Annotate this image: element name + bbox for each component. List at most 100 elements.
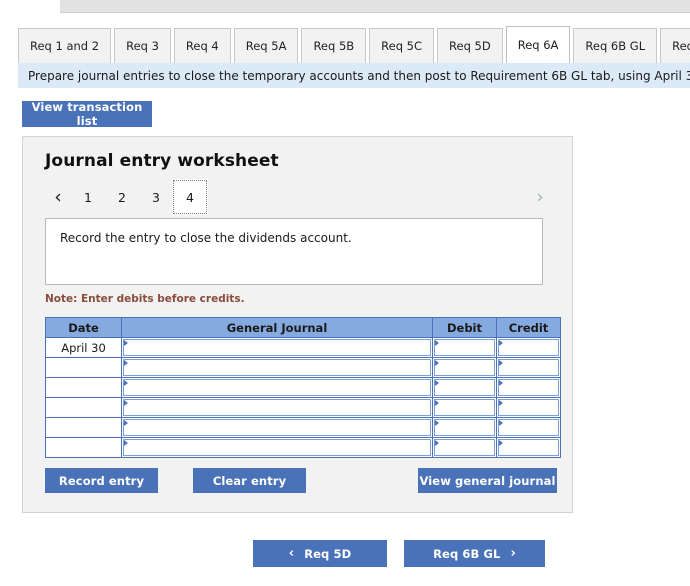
- cell-date[interactable]: [45, 357, 122, 378]
- cell-date[interactable]: [45, 437, 122, 458]
- dropdown-marker-icon: [124, 420, 128, 426]
- dropdown-marker-icon: [435, 380, 439, 386]
- cell-general-journal-field[interactable]: [123, 439, 431, 456]
- cell-debit-field[interactable]: [434, 359, 495, 376]
- cell-general-journal[interactable]: [121, 417, 433, 438]
- cell-debit[interactable]: [432, 377, 497, 398]
- instruction-banner: Prepare journal entries to close the tem…: [18, 63, 690, 88]
- cell-date[interactable]: April 30: [45, 337, 122, 358]
- cell-general-journal[interactable]: [121, 357, 433, 378]
- cell-general-journal[interactable]: [121, 337, 433, 358]
- worksheet-action-bar: Record entry Clear entry View general jo…: [45, 468, 557, 493]
- tab-label: Req 6B GL: [585, 39, 646, 53]
- tab-req-5a[interactable]: Req 5A: [233, 28, 299, 63]
- column-header-general-journal: General Journal: [121, 317, 433, 338]
- cell-date[interactable]: [45, 377, 122, 398]
- cell-debit-field[interactable]: [434, 339, 495, 356]
- dropdown-marker-icon: [499, 420, 503, 426]
- dropdown-marker-icon: [435, 420, 439, 426]
- tab-req-4[interactable]: Req 4: [173, 28, 231, 63]
- dropdown-marker-icon: [499, 380, 503, 386]
- cell-general-journal-field[interactable]: [123, 359, 431, 376]
- cell-credit-field[interactable]: [498, 419, 559, 436]
- tab-label: Req 5A: [245, 39, 287, 53]
- cell-credit[interactable]: [496, 397, 561, 418]
- cell-debit[interactable]: [432, 337, 497, 358]
- entry-prompt-box: Record the entry to close the dividends …: [45, 218, 543, 285]
- requirement-tab-strip: Req 1 and 2 Req 3 Req 4 Req 5A Req 5B Req 5C R…: [0, 26, 690, 63]
- table-header-row: Date General Journal Debit Credit: [45, 317, 561, 338]
- cell-debit-field[interactable]: [434, 419, 495, 436]
- cell-debit[interactable]: [432, 417, 497, 438]
- dropdown-marker-icon: [435, 340, 439, 346]
- journal-entry-worksheet-panel: Journal entry worksheet ‹ › 1234 Record …: [22, 136, 573, 513]
- view-general-journal-button[interactable]: View general journal: [418, 468, 557, 493]
- cell-date[interactable]: [45, 397, 122, 418]
- pager-page-3[interactable]: 3: [139, 180, 173, 214]
- pager-page-2[interactable]: 2: [105, 180, 139, 214]
- cell-debit[interactable]: [432, 397, 497, 418]
- prev-requirement-label: Req 5D: [304, 546, 352, 561]
- view-transaction-list-button[interactable]: View transaction list: [22, 100, 152, 128]
- tab-label: Req 5D: [449, 39, 491, 53]
- tab-req-6b-gl[interactable]: Req 6B GL: [573, 28, 658, 63]
- prev-requirement-button[interactable]: ‹ Req 5D: [253, 540, 387, 567]
- cell-credit[interactable]: [496, 357, 561, 378]
- next-requirement-label: Req 6B GL: [433, 546, 501, 561]
- cell-general-journal-field[interactable]: [123, 339, 431, 356]
- cell-debit-field[interactable]: [434, 439, 495, 456]
- cell-debit-field[interactable]: [434, 379, 495, 396]
- cell-credit-field[interactable]: [498, 359, 559, 376]
- cell-general-journal-field[interactable]: [123, 399, 431, 416]
- tab-req-5b[interactable]: Req 5B: [301, 28, 367, 63]
- cell-debit-field[interactable]: [434, 399, 495, 416]
- cell-general-journal[interactable]: [121, 377, 433, 398]
- worksheet-title: Journal entry worksheet: [45, 151, 279, 171]
- debits-before-credits-note: Note: Enter debits before credits.: [45, 293, 245, 305]
- dropdown-marker-icon: [499, 440, 503, 446]
- pager-page-1[interactable]: 1: [71, 180, 105, 214]
- tab-label: Req 7: [672, 39, 690, 53]
- tab-req-7[interactable]: Req 7: [660, 28, 690, 63]
- pager-page-4[interactable]: 4: [172, 179, 208, 215]
- table-row: [45, 417, 561, 438]
- dropdown-marker-icon: [124, 340, 128, 346]
- tab-req-6a[interactable]: Req 6A: [505, 26, 571, 63]
- pager-next-icon[interactable]: ›: [527, 180, 553, 214]
- cell-general-journal-field[interactable]: [123, 379, 431, 396]
- next-requirement-button[interactable]: Req 6B GL ›: [404, 540, 545, 567]
- cell-credit[interactable]: [496, 417, 561, 438]
- dropdown-marker-icon: [499, 360, 503, 366]
- table-row: [45, 377, 561, 398]
- pager-prev-icon[interactable]: ‹: [45, 180, 71, 214]
- cell-credit-field[interactable]: [498, 399, 559, 416]
- cell-credit[interactable]: [496, 377, 561, 398]
- cell-general-journal[interactable]: [121, 397, 433, 418]
- cell-debit[interactable]: [432, 357, 497, 378]
- tab-req-1-and-2[interactable]: Req 1 and 2: [18, 28, 112, 63]
- cell-general-journal[interactable]: [121, 437, 433, 458]
- cell-credit-field[interactable]: [498, 339, 559, 356]
- cell-credit[interactable]: [496, 437, 561, 458]
- column-header-debit: Debit: [432, 317, 497, 338]
- tab-label: Req 5C: [381, 39, 423, 53]
- tab-label: Req 1 and 2: [30, 39, 100, 53]
- tab-label: Req 5B: [313, 39, 355, 53]
- tab-req-3[interactable]: Req 3: [114, 28, 171, 63]
- tab-req-5c[interactable]: Req 5C: [369, 28, 435, 63]
- journal-table-body: April 30: [45, 337, 561, 458]
- cell-debit[interactable]: [432, 437, 497, 458]
- tab-label: Req 3: [126, 39, 159, 53]
- record-entry-button[interactable]: Record entry: [45, 468, 158, 493]
- cell-credit-field[interactable]: [498, 439, 559, 456]
- window-top-strip: [60, 0, 690, 13]
- tab-req-5d[interactable]: Req 5D: [437, 28, 503, 63]
- cell-date[interactable]: [45, 417, 122, 438]
- cell-credit[interactable]: [496, 337, 561, 358]
- table-row: [45, 437, 561, 458]
- dropdown-marker-icon: [435, 360, 439, 366]
- cell-credit-field[interactable]: [498, 379, 559, 396]
- clear-entry-button[interactable]: Clear entry: [193, 468, 306, 493]
- cell-general-journal-field[interactable]: [123, 419, 431, 436]
- dropdown-marker-icon: [435, 440, 439, 446]
